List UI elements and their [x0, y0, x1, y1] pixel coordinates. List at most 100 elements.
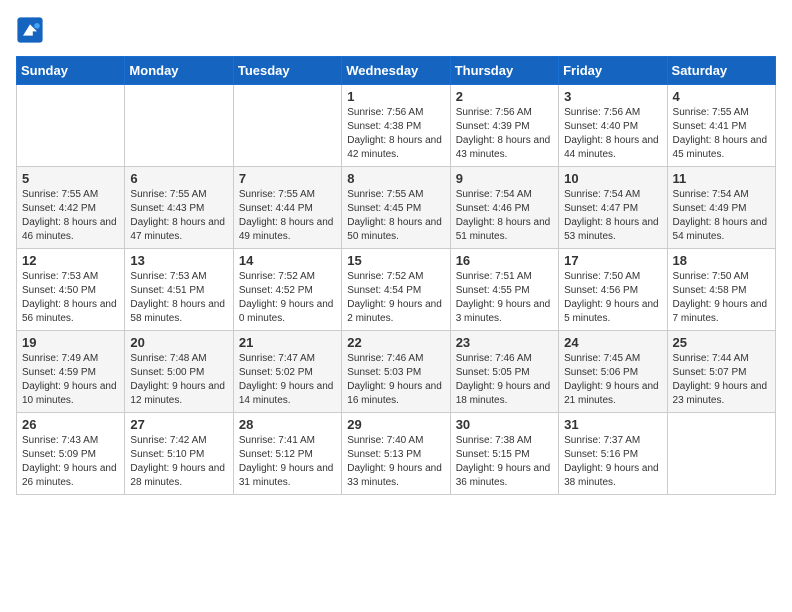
- day-number: 17: [564, 253, 661, 268]
- weekday-header-thursday: Thursday: [450, 57, 558, 85]
- calendar-cell: 3 Sunrise: 7:56 AM Sunset: 4:40 PM Daylig…: [559, 85, 667, 167]
- calendar-cell: [667, 413, 775, 495]
- calendar-cell: 20 Sunrise: 7:48 AM Sunset: 5:00 PM Dayli…: [125, 331, 233, 413]
- cell-info: Sunrise: 7:37 AM Sunset: 5:16 PM Dayligh…: [564, 434, 661, 490]
- calendar-cell: 5 Sunrise: 7:55 AM Sunset: 4:42 PM Daylig…: [17, 167, 125, 249]
- cell-info: Sunrise: 7:52 AM Sunset: 4:52 PM Dayligh…: [239, 270, 336, 326]
- calendar-cell: 2 Sunrise: 7:56 AM Sunset: 4:39 PM Daylig…: [450, 85, 558, 167]
- calendar-cell: [233, 85, 341, 167]
- calendar-cell: 14 Sunrise: 7:52 AM Sunset: 4:52 PM Dayli…: [233, 249, 341, 331]
- cell-info: Sunrise: 7:54 AM Sunset: 4:49 PM Dayligh…: [673, 188, 770, 244]
- calendar-cell: 6Sunrise: 7:55 AM Sunset: 4:43 PM Daylig…: [125, 167, 233, 249]
- calendar-cell: 13 Sunrise: 7:53 AM Sunset: 4:51 PM Dayli…: [125, 249, 233, 331]
- day-number: 23: [456, 335, 553, 350]
- day-number: 13: [130, 253, 227, 268]
- calendar-table: SundayMondayTuesdayWednesdayThursdayFrid…: [16, 56, 776, 495]
- week-row-5: 26 Sunrise: 7:43 AM Sunset: 5:09 PM Dayli…: [17, 413, 776, 495]
- day-number: 26: [22, 417, 119, 432]
- cell-info: Sunrise: 7:56 AM Sunset: 4:40 PM Dayligh…: [564, 106, 661, 162]
- calendar-cell: 17 Sunrise: 7:50 AM Sunset: 4:56 PM Dayli…: [559, 249, 667, 331]
- day-number: 18: [673, 253, 770, 268]
- cell-info: Sunrise: 7:49 AM Sunset: 4:59 PM Dayligh…: [22, 352, 119, 408]
- weekday-header-wednesday: Wednesday: [342, 57, 450, 85]
- day-number: 20: [130, 335, 227, 350]
- cell-info: Sunrise: 7:50 AM Sunset: 4:56 PM Dayligh…: [564, 270, 661, 326]
- cell-info: Sunrise: 7:54 AM Sunset: 4:46 PM Dayligh…: [456, 188, 553, 244]
- day-number: 28: [239, 417, 336, 432]
- cell-info: Sunrise: 7:47 AM Sunset: 5:02 PM Dayligh…: [239, 352, 336, 408]
- calendar-cell: 22 Sunrise: 7:46 AM Sunset: 5:03 PM Dayli…: [342, 331, 450, 413]
- day-number: 10: [564, 171, 661, 186]
- calendar-cell: 28 Sunrise: 7:41 AM Sunset: 5:12 PM Dayli…: [233, 413, 341, 495]
- cell-info: Sunrise: 7:56 AM Sunset: 4:38 PM Dayligh…: [347, 106, 444, 162]
- cell-info: Sunrise: 7:51 AM Sunset: 4:55 PM Dayligh…: [456, 270, 553, 326]
- cell-info: Sunrise: 7:55 AM Sunset: 4:42 PM Dayligh…: [22, 188, 119, 244]
- cell-info: Sunrise: 7:55 AM Sunset: 4:44 PM Dayligh…: [239, 188, 336, 244]
- cell-info: Sunrise: 7:44 AM Sunset: 5:07 PM Dayligh…: [673, 352, 770, 408]
- cell-info: Sunrise: 7:43 AM Sunset: 5:09 PM Dayligh…: [22, 434, 119, 490]
- day-number: 2: [456, 89, 553, 104]
- cell-info: Sunrise: 7:38 AM Sunset: 5:15 PM Dayligh…: [456, 434, 553, 490]
- calendar-cell: 30 Sunrise: 7:38 AM Sunset: 5:15 PM Dayli…: [450, 413, 558, 495]
- day-number: 3: [564, 89, 661, 104]
- calendar-cell: 21Sunrise: 7:47 AM Sunset: 5:02 PM Dayli…: [233, 331, 341, 413]
- day-number: 14: [239, 253, 336, 268]
- calendar-cell: 15Sunrise: 7:52 AM Sunset: 4:54 PM Dayli…: [342, 249, 450, 331]
- cell-info: Sunrise: 7:46 AM Sunset: 5:05 PM Dayligh…: [456, 352, 553, 408]
- page-header: [16, 16, 776, 44]
- calendar-cell: 7 Sunrise: 7:55 AM Sunset: 4:44 PM Daylig…: [233, 167, 341, 249]
- day-number: 1: [347, 89, 444, 104]
- weekday-header-sunday: Sunday: [17, 57, 125, 85]
- calendar-cell: 29 Sunrise: 7:40 AM Sunset: 5:13 PM Dayli…: [342, 413, 450, 495]
- logo: [16, 16, 48, 44]
- cell-info: Sunrise: 7:45 AM Sunset: 5:06 PM Dayligh…: [564, 352, 661, 408]
- week-row-3: 12 Sunrise: 7:53 AM Sunset: 4:50 PM Dayli…: [17, 249, 776, 331]
- day-number: 11: [673, 171, 770, 186]
- week-row-4: 19 Sunrise: 7:49 AM Sunset: 4:59 PM Dayli…: [17, 331, 776, 413]
- cell-info: Sunrise: 7:55 AM Sunset: 4:45 PM Dayligh…: [347, 188, 444, 244]
- cell-info: Sunrise: 7:41 AM Sunset: 5:12 PM Dayligh…: [239, 434, 336, 490]
- logo-icon: [16, 16, 44, 44]
- day-number: 30: [456, 417, 553, 432]
- day-number: 5: [22, 171, 119, 186]
- cell-info: Sunrise: 7:50 AM Sunset: 4:58 PM Dayligh…: [673, 270, 770, 326]
- week-row-2: 5 Sunrise: 7:55 AM Sunset: 4:42 PM Daylig…: [17, 167, 776, 249]
- weekday-header-monday: Monday: [125, 57, 233, 85]
- day-number: 4: [673, 89, 770, 104]
- calendar-cell: 18 Sunrise: 7:50 AM Sunset: 4:58 PM Dayli…: [667, 249, 775, 331]
- cell-info: Sunrise: 7:53 AM Sunset: 4:50 PM Dayligh…: [22, 270, 119, 326]
- cell-info: Sunrise: 7:42 AM Sunset: 5:10 PM Dayligh…: [130, 434, 227, 490]
- cell-info: Sunrise: 7:55 AM Sunset: 4:41 PM Dayligh…: [673, 106, 770, 162]
- calendar-cell: [17, 85, 125, 167]
- cell-info: Sunrise: 7:40 AM Sunset: 5:13 PM Dayligh…: [347, 434, 444, 490]
- day-number: 8: [347, 171, 444, 186]
- day-number: 25: [673, 335, 770, 350]
- day-number: 12: [22, 253, 119, 268]
- calendar-cell: 24 Sunrise: 7:45 AM Sunset: 5:06 PM Dayli…: [559, 331, 667, 413]
- day-number: 22: [347, 335, 444, 350]
- day-number: 24: [564, 335, 661, 350]
- calendar-cell: 4 Sunrise: 7:55 AM Sunset: 4:41 PM Daylig…: [667, 85, 775, 167]
- day-number: 19: [22, 335, 119, 350]
- day-number: 16: [456, 253, 553, 268]
- calendar-cell: 11 Sunrise: 7:54 AM Sunset: 4:49 PM Dayli…: [667, 167, 775, 249]
- week-row-1: 1 Sunrise: 7:56 AM Sunset: 4:38 PM Daylig…: [17, 85, 776, 167]
- day-number: 9: [456, 171, 553, 186]
- calendar-cell: 19 Sunrise: 7:49 AM Sunset: 4:59 PM Dayli…: [17, 331, 125, 413]
- cell-info: Sunrise: 7:56 AM Sunset: 4:39 PM Dayligh…: [456, 106, 553, 162]
- calendar-cell: 27 Sunrise: 7:42 AM Sunset: 5:10 PM Dayli…: [125, 413, 233, 495]
- day-number: 7: [239, 171, 336, 186]
- weekday-header-row: SundayMondayTuesdayWednesdayThursdayFrid…: [17, 57, 776, 85]
- cell-info: Sunrise: 7:52 AM Sunset: 4:54 PM Dayligh…: [347, 270, 444, 326]
- cell-info: Sunrise: 7:46 AM Sunset: 5:03 PM Dayligh…: [347, 352, 444, 408]
- cell-info: Sunrise: 7:55 AM Sunset: 4:43 PM Dayligh…: [130, 188, 227, 244]
- calendar-cell: 23 Sunrise: 7:46 AM Sunset: 5:05 PM Dayli…: [450, 331, 558, 413]
- cell-info: Sunrise: 7:53 AM Sunset: 4:51 PM Dayligh…: [130, 270, 227, 326]
- calendar-cell: 25 Sunrise: 7:44 AM Sunset: 5:07 PM Dayli…: [667, 331, 775, 413]
- day-number: 27: [130, 417, 227, 432]
- weekday-header-saturday: Saturday: [667, 57, 775, 85]
- weekday-header-tuesday: Tuesday: [233, 57, 341, 85]
- calendar-cell: [125, 85, 233, 167]
- day-number: 29: [347, 417, 444, 432]
- cell-info: Sunrise: 7:48 AM Sunset: 5:00 PM Dayligh…: [130, 352, 227, 408]
